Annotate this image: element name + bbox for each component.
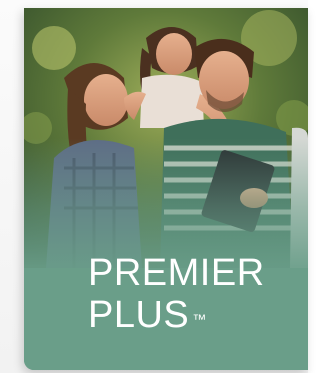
title-line-2-text: PLUS [88,294,190,336]
title-line-1: PREMIER [88,252,265,294]
page: PREMIER PLUS ™ [0,0,308,373]
card-title: PREMIER PLUS ™ [88,252,265,336]
trademark-symbol: ™ [192,311,207,327]
title-line-2: PLUS ™ [88,294,265,336]
premier-plus-card[interactable]: PREMIER PLUS ™ [24,8,308,370]
